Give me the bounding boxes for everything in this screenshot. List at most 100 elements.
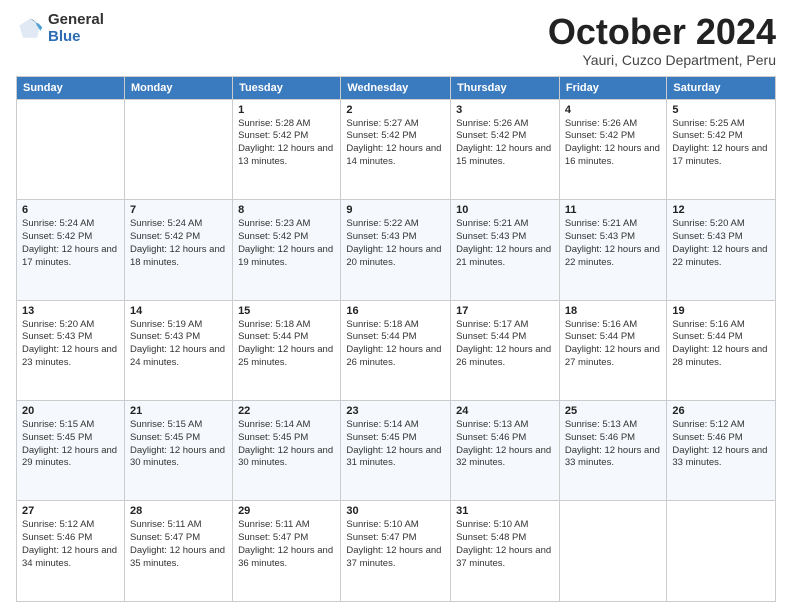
calendar-header-row: Sunday Monday Tuesday Wednesday Thursday… [17,76,776,99]
col-wednesday: Wednesday [341,76,451,99]
day-number: 15 [238,305,335,317]
day-number: 27 [22,505,119,517]
table-row: 9 Sunrise: 5:22 AMSunset: 5:43 PMDayligh… [341,200,451,300]
day-number: 22 [238,405,335,417]
day-info: Sunrise: 5:13 AMSunset: 5:46 PMDaylight:… [565,419,660,468]
col-monday: Monday [124,76,232,99]
day-info: Sunrise: 5:16 AMSunset: 5:44 PMDaylight:… [672,319,767,368]
table-row: 5 Sunrise: 5:25 AMSunset: 5:42 PMDayligh… [667,99,776,199]
day-number: 4 [565,104,662,116]
top-section: General Blue October 2024 Yauri, Cuzco D… [16,12,776,68]
day-info: Sunrise: 5:12 AMSunset: 5:46 PMDaylight:… [22,519,117,568]
day-info: Sunrise: 5:18 AMSunset: 5:44 PMDaylight:… [238,319,333,368]
col-tuesday: Tuesday [233,76,341,99]
table-row: 29 Sunrise: 5:11 AMSunset: 5:47 PMDaylig… [233,501,341,602]
day-number: 19 [672,305,770,317]
col-friday: Friday [559,76,667,99]
table-row [667,501,776,602]
table-row: 26 Sunrise: 5:12 AMSunset: 5:46 PMDaylig… [667,401,776,501]
day-info: Sunrise: 5:11 AMSunset: 5:47 PMDaylight:… [238,519,333,568]
day-info: Sunrise: 5:12 AMSunset: 5:46 PMDaylight:… [672,419,767,468]
day-number: 2 [346,104,445,116]
page: General Blue October 2024 Yauri, Cuzco D… [0,0,792,612]
day-number: 12 [672,204,770,216]
logo-text: General Blue [48,12,104,45]
table-row [124,99,232,199]
table-row: 16 Sunrise: 5:18 AMSunset: 5:44 PMDaylig… [341,300,451,400]
day-number: 9 [346,204,445,216]
table-row: 22 Sunrise: 5:14 AMSunset: 5:45 PMDaylig… [233,401,341,501]
logo-blue: Blue [48,29,104,46]
table-row: 8 Sunrise: 5:23 AMSunset: 5:42 PMDayligh… [233,200,341,300]
table-row: 19 Sunrise: 5:16 AMSunset: 5:44 PMDaylig… [667,300,776,400]
day-number: 13 [22,305,119,317]
day-info: Sunrise: 5:17 AMSunset: 5:44 PMDaylight:… [456,319,551,368]
day-info: Sunrise: 5:15 AMSunset: 5:45 PMDaylight:… [22,419,117,468]
table-row: 28 Sunrise: 5:11 AMSunset: 5:47 PMDaylig… [124,501,232,602]
table-row: 3 Sunrise: 5:26 AMSunset: 5:42 PMDayligh… [451,99,560,199]
day-number: 28 [130,505,227,517]
table-row: 18 Sunrise: 5:16 AMSunset: 5:44 PMDaylig… [559,300,667,400]
day-info: Sunrise: 5:20 AMSunset: 5:43 PMDaylight:… [672,218,767,267]
day-info: Sunrise: 5:11 AMSunset: 5:47 PMDaylight:… [130,519,225,568]
table-row: 4 Sunrise: 5:26 AMSunset: 5:42 PMDayligh… [559,99,667,199]
day-info: Sunrise: 5:21 AMSunset: 5:43 PMDaylight:… [456,218,551,267]
table-row: 10 Sunrise: 5:21 AMSunset: 5:43 PMDaylig… [451,200,560,300]
day-number: 5 [672,104,770,116]
day-number: 26 [672,405,770,417]
day-info: Sunrise: 5:14 AMSunset: 5:45 PMDaylight:… [346,419,441,468]
day-number: 1 [238,104,335,116]
table-row: 27 Sunrise: 5:12 AMSunset: 5:46 PMDaylig… [17,501,125,602]
day-info: Sunrise: 5:24 AMSunset: 5:42 PMDaylight:… [22,218,117,267]
day-info: Sunrise: 5:14 AMSunset: 5:45 PMDaylight:… [238,419,333,468]
day-number: 30 [346,505,445,517]
day-number: 20 [22,405,119,417]
day-info: Sunrise: 5:26 AMSunset: 5:42 PMDaylight:… [565,118,660,167]
table-row: 7 Sunrise: 5:24 AMSunset: 5:42 PMDayligh… [124,200,232,300]
day-number: 11 [565,204,662,216]
day-info: Sunrise: 5:21 AMSunset: 5:43 PMDaylight:… [565,218,660,267]
table-row: 6 Sunrise: 5:24 AMSunset: 5:42 PMDayligh… [17,200,125,300]
logo-general: General [48,12,104,29]
table-row: 1 Sunrise: 5:28 AMSunset: 5:42 PMDayligh… [233,99,341,199]
day-number: 14 [130,305,227,317]
day-info: Sunrise: 5:18 AMSunset: 5:44 PMDaylight:… [346,319,441,368]
day-number: 16 [346,305,445,317]
day-number: 31 [456,505,554,517]
col-thursday: Thursday [451,76,560,99]
day-number: 8 [238,204,335,216]
day-number: 3 [456,104,554,116]
day-info: Sunrise: 5:13 AMSunset: 5:46 PMDaylight:… [456,419,551,468]
day-number: 24 [456,405,554,417]
day-number: 29 [238,505,335,517]
day-number: 7 [130,204,227,216]
table-row: 31 Sunrise: 5:10 AMSunset: 5:48 PMDaylig… [451,501,560,602]
table-row: 15 Sunrise: 5:18 AMSunset: 5:44 PMDaylig… [233,300,341,400]
table-row: 2 Sunrise: 5:27 AMSunset: 5:42 PMDayligh… [341,99,451,199]
day-info: Sunrise: 5:23 AMSunset: 5:42 PMDaylight:… [238,218,333,267]
col-sunday: Sunday [17,76,125,99]
table-row: 13 Sunrise: 5:20 AMSunset: 5:43 PMDaylig… [17,300,125,400]
table-row: 23 Sunrise: 5:14 AMSunset: 5:45 PMDaylig… [341,401,451,501]
day-number: 6 [22,204,119,216]
day-number: 10 [456,204,554,216]
calendar-table: Sunday Monday Tuesday Wednesday Thursday… [16,76,776,602]
day-info: Sunrise: 5:25 AMSunset: 5:42 PMDaylight:… [672,118,767,167]
logo-icon [16,15,44,43]
day-number: 23 [346,405,445,417]
table-row: 20 Sunrise: 5:15 AMSunset: 5:45 PMDaylig… [17,401,125,501]
location-subtitle: Yauri, Cuzco Department, Peru [548,52,776,68]
day-info: Sunrise: 5:10 AMSunset: 5:48 PMDaylight:… [456,519,551,568]
day-number: 18 [565,305,662,317]
table-row: 24 Sunrise: 5:13 AMSunset: 5:46 PMDaylig… [451,401,560,501]
title-section: October 2024 Yauri, Cuzco Department, Pe… [548,12,776,68]
table-row: 21 Sunrise: 5:15 AMSunset: 5:45 PMDaylig… [124,401,232,501]
col-saturday: Saturday [667,76,776,99]
table-row: 12 Sunrise: 5:20 AMSunset: 5:43 PMDaylig… [667,200,776,300]
day-info: Sunrise: 5:22 AMSunset: 5:43 PMDaylight:… [346,218,441,267]
logo: General Blue [16,12,104,45]
table-row: 14 Sunrise: 5:19 AMSunset: 5:43 PMDaylig… [124,300,232,400]
day-number: 17 [456,305,554,317]
month-title: October 2024 [548,12,776,52]
table-row: 30 Sunrise: 5:10 AMSunset: 5:47 PMDaylig… [341,501,451,602]
